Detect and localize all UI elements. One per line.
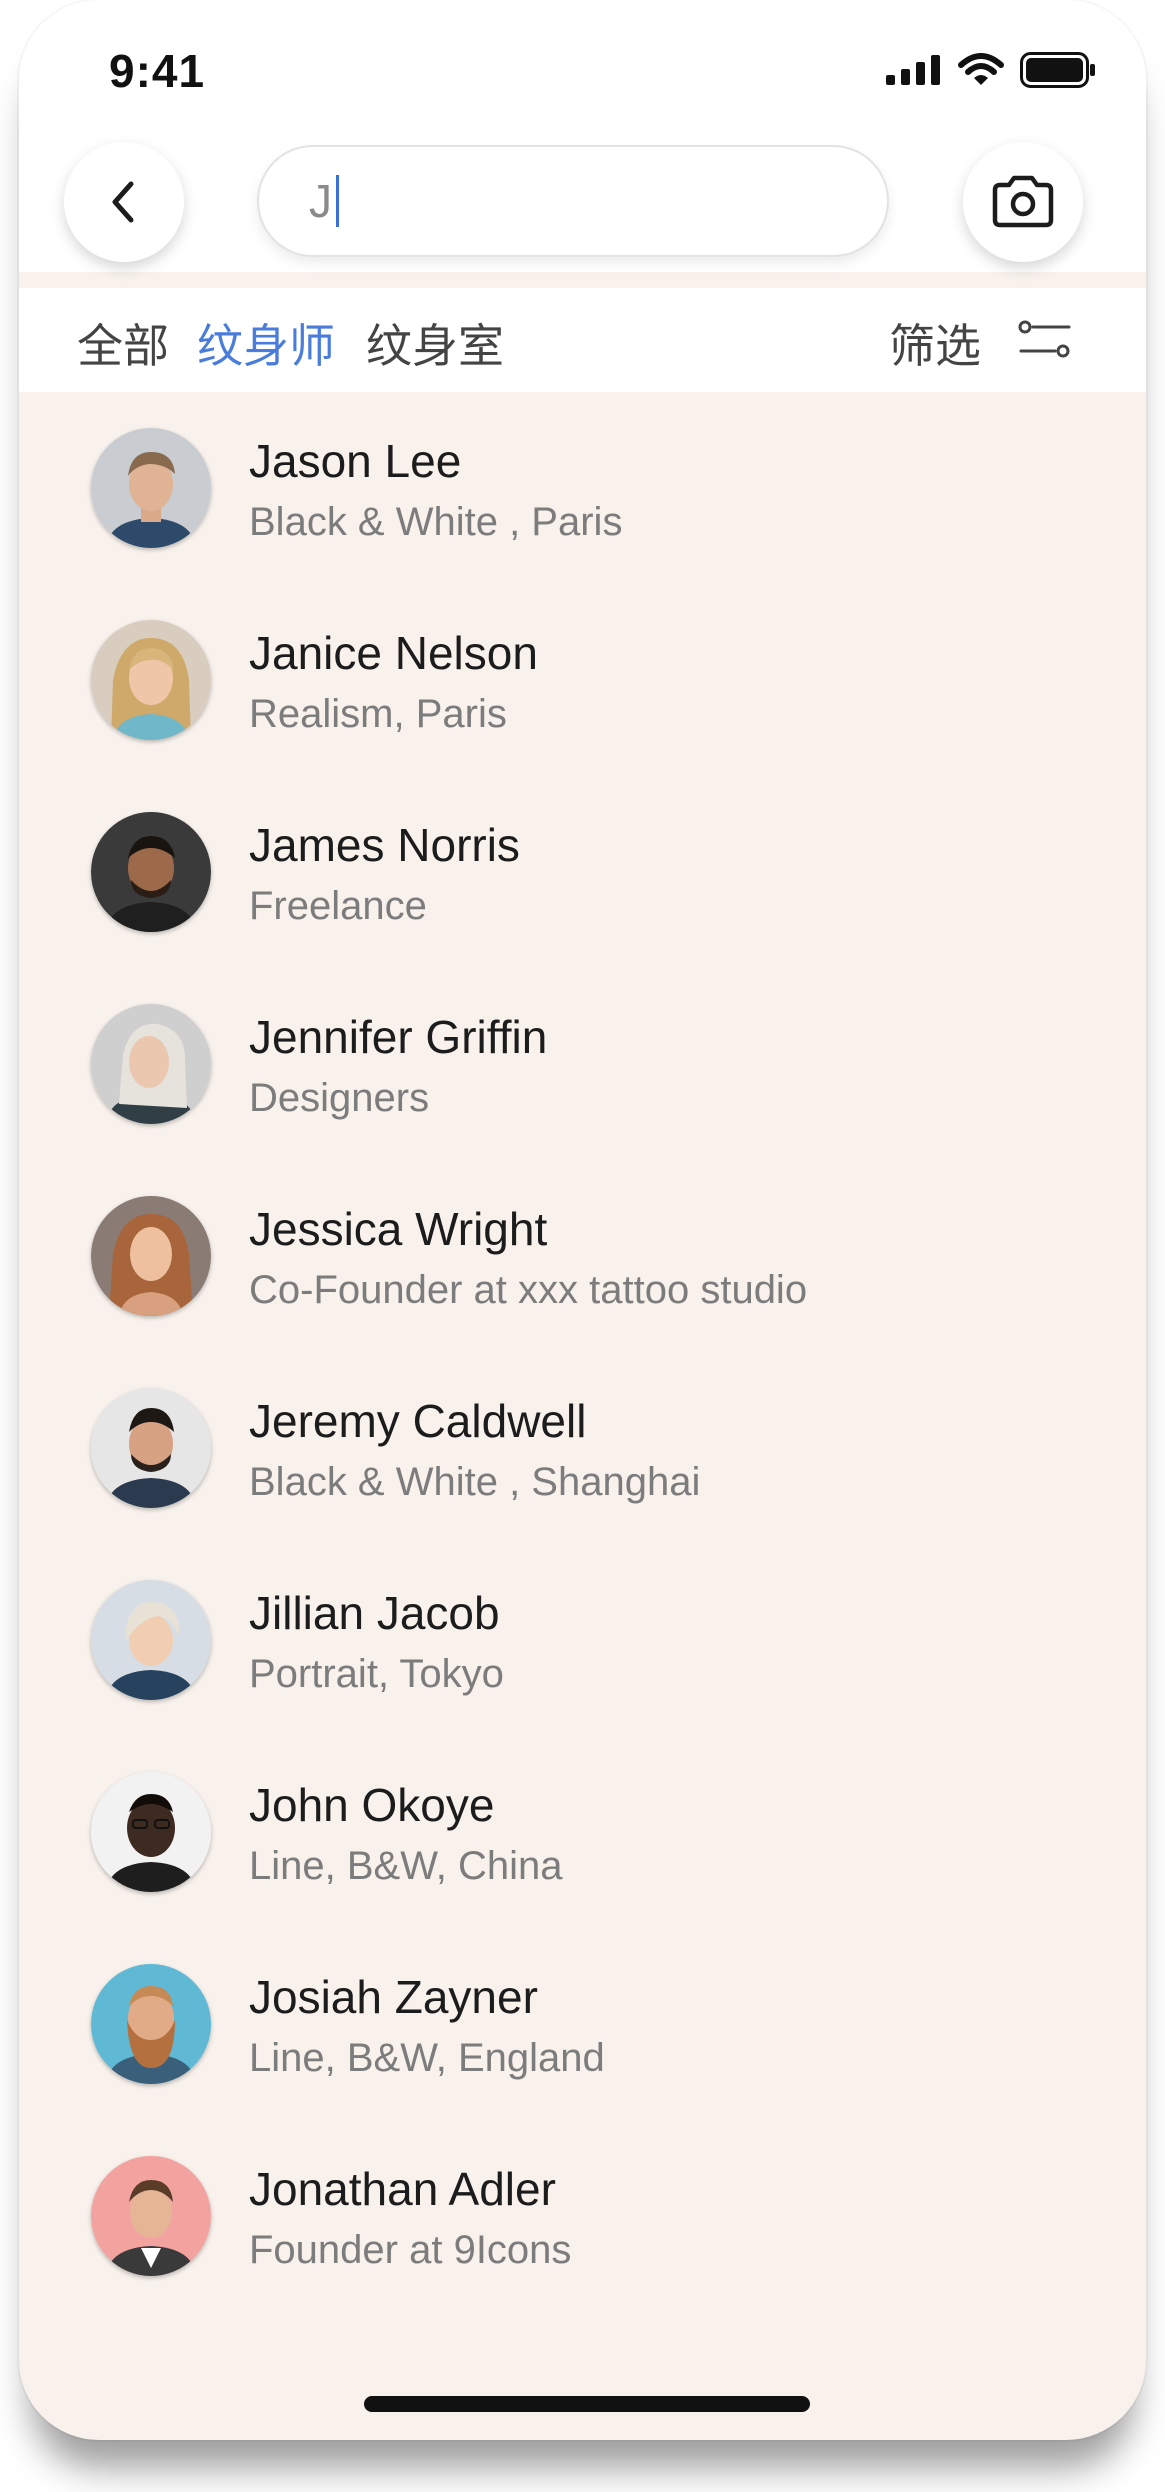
avatar	[91, 1964, 211, 2084]
person-subtitle: Black & White , Paris	[249, 500, 623, 544]
person-name: Jessica Wright	[249, 1203, 548, 1255]
list-item[interactable]: Janice Nelson Realism, Paris	[19, 584, 1146, 776]
avatar	[91, 428, 211, 548]
list-item[interactable]: Jonathan Adler Founder at 9Icons	[19, 2120, 1146, 2312]
tab-all[interactable]: 全部	[77, 310, 169, 376]
status-time: 9:41	[109, 45, 206, 97]
wifi-icon	[958, 53, 1004, 85]
avatar	[91, 1388, 211, 1508]
status-icons	[886, 52, 1096, 88]
camera-icon	[992, 175, 1054, 228]
person-name: James Norris	[249, 819, 520, 871]
avatar	[91, 1772, 211, 1892]
person-subtitle: Black & White , Shanghai	[249, 1460, 701, 1504]
person-name: Jennifer Griffin	[249, 1011, 548, 1063]
tab-tattoo-studio[interactable]: 纹身室	[366, 310, 504, 376]
camera-button[interactable]	[963, 142, 1083, 262]
person-name: Josiah Zayner	[249, 1971, 538, 2023]
person-subtitle: Line, B&W, England	[249, 2036, 605, 2080]
person-subtitle: Co-Founder at xxx tattoo studio	[249, 1268, 808, 1312]
avatar	[91, 812, 211, 932]
category-tabs: 全部 纹身师 纹身室 筛选	[19, 288, 1146, 392]
avatar	[91, 1196, 211, 1316]
battery-icon	[1020, 52, 1095, 88]
person-name: Jillian Jacob	[249, 1587, 500, 1639]
phone-screen: 9:41 J 全部 纹身师 纹身室 筛选 Jason Lee Black & W…	[19, 0, 1146, 2440]
avatar	[91, 1004, 211, 1124]
tab-tattoo-artist[interactable]: 纹身师	[197, 310, 335, 376]
person-subtitle: Freelance	[249, 884, 427, 928]
text-caret	[336, 175, 339, 227]
list-item[interactable]: Jeremy Caldwell Black & White , Shanghai	[19, 1352, 1146, 1544]
cellular-signal-icon	[886, 55, 940, 85]
person-name: Jeremy Caldwell	[249, 1395, 587, 1447]
list-item[interactable]: Jason Lee Black & White , Paris	[19, 392, 1146, 584]
chevron-left-icon	[112, 181, 134, 223]
filter-button[interactable]: 筛选	[889, 310, 981, 376]
person-name: Jason Lee	[249, 435, 462, 487]
person-subtitle: Realism, Paris	[249, 692, 507, 736]
list-item[interactable]: Jessica Wright Co-Founder at xxx tattoo …	[19, 1160, 1146, 1352]
person-subtitle: Founder at 9Icons	[249, 2228, 572, 2272]
person-subtitle: Line, B&W, China	[249, 1844, 563, 1888]
list-item[interactable]: Jennifer Griffin Designers	[19, 968, 1146, 1160]
search-query: J	[309, 175, 332, 227]
person-subtitle: Designers	[249, 1076, 430, 1120]
avatar	[91, 620, 211, 740]
list-item[interactable]: Jillian Jacob Portrait, Tokyo	[19, 1544, 1146, 1736]
person-name: Jonathan Adler	[249, 2163, 556, 2215]
search-input[interactable]: J	[257, 145, 889, 257]
results-list: Jason Lee Black & White , Paris Janice N…	[19, 392, 1146, 2312]
list-item[interactable]: James Norris Freelance	[19, 776, 1146, 968]
avatar	[91, 1580, 211, 1700]
person-subtitle: Portrait, Tokyo	[249, 1652, 504, 1696]
person-name: John Okoye	[249, 1779, 495, 1831]
avatar	[91, 2156, 211, 2276]
sliders-icon[interactable]	[1017, 318, 1073, 362]
list-item[interactable]: Josiah Zayner Line, B&W, England	[19, 1928, 1146, 2120]
list-item[interactable]: John Okoye Line, B&W, China	[19, 1736, 1146, 1928]
person-name: Janice Nelson	[249, 627, 538, 679]
home-indicator[interactable]	[364, 2396, 810, 2412]
header-divider	[19, 272, 1146, 288]
back-button[interactable]	[64, 142, 184, 262]
